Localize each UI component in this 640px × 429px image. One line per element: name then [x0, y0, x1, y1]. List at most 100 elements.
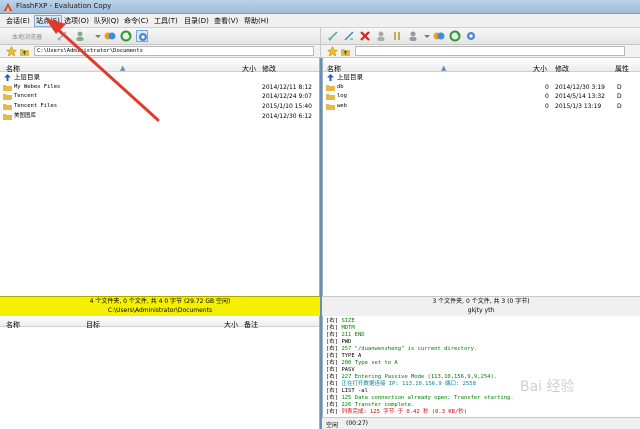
connect-icon[interactable] [56, 30, 68, 42]
view-toggle-icon[interactable] [136, 30, 148, 42]
item-name: log [337, 93, 347, 99]
abort-icon[interactable] [359, 30, 371, 42]
item-size: 0 [545, 93, 549, 100]
local-browser-button[interactable]: 本地浏览器 [12, 32, 42, 41]
menu-sites[interactable]: 站点(S) [34, 15, 62, 27]
menu-options[interactable]: 选项(O) [64, 16, 89, 26]
item-modified: 2015/1/10 15:40 [262, 103, 312, 110]
transfer-icon[interactable] [104, 30, 116, 42]
list-item[interactable]: db 0 2014/12/30 3:19 D [323, 83, 640, 92]
idle-time: (00:27) [346, 420, 368, 427]
menu-tools[interactable]: 工具(T) [154, 16, 178, 26]
session-log: [右] SIZE [右] MDTM [右] 211 END [右] PWD [右… [322, 316, 640, 417]
folder-icon [326, 103, 335, 110]
user-icon[interactable] [74, 30, 86, 42]
baidu-watermark: Bai 经验 [520, 379, 575, 395]
item-modified: 2014/5/14 13:32 [555, 93, 605, 100]
local-status-bar: 4 个文件夹, 0 个文件, 共 4 0 字节 (29.72 GB 空闲) C:… [0, 296, 320, 316]
refresh-icon[interactable] [120, 30, 132, 42]
connection-status-bar: 空闲 (00:27) [322, 417, 640, 429]
item-name: db [337, 84, 344, 90]
list-item[interactable]: 美图图库 2014/12/30 6:12 [0, 112, 319, 121]
folder-icon [3, 103, 12, 110]
menu-queue[interactable]: 队列(Q) [94, 16, 119, 26]
item-name: 美图图库 [14, 113, 37, 119]
queue-column-header: 名称 目标 大小 备注 [0, 316, 319, 330]
remote-status-bar: 3 个文件夹, 0 个文件, 共 3 (0 字节) gkjty yth [322, 296, 640, 316]
queue-user-icon[interactable] [407, 30, 419, 42]
menu-view[interactable]: 查看(V) [214, 16, 238, 26]
list-item[interactable]: My Webex Files 2014/12/11 8:12 [0, 83, 319, 92]
item-modified: 2015/1/3 13:19 [555, 103, 602, 110]
parent-dir-row[interactable]: 上层目录 [323, 73, 640, 82]
right-column-header: ▲ 名称 大小 修改 属性 [323, 58, 640, 73]
item-attr: D [617, 93, 622, 100]
connect-icon[interactable] [327, 30, 339, 42]
item-name: My Webex Files [14, 84, 61, 90]
right-path-bar [320, 45, 640, 58]
title-bar: FlashFXP - Evaluation Copy [0, 0, 640, 14]
flashfxp-app-icon [3, 2, 13, 12]
disconnect-icon[interactable] [343, 30, 355, 42]
log-line: [右] 列表完成: 125 字节 于 0.42 秒 (0.3 KB/秒) [326, 409, 468, 415]
menu-bar: 会话(E) 站点(S) 选项(O) 队列(Q) 命令(C) 工具(T) 目录(D… [0, 14, 640, 28]
list-item[interactable]: Tencent 2014/12/24 9:07 [0, 92, 319, 101]
dropdown-icon[interactable] [92, 30, 104, 42]
item-name: Tencent [14, 93, 38, 99]
local-file-list: ▲ 名称 大小 修改 上层目录 My Webex Files 2014/12/1… [0, 58, 320, 296]
left-toolbar: 本地浏览器 [0, 28, 320, 45]
item-attr: D [617, 103, 622, 110]
sort-indicator: ▲ [120, 64, 126, 72]
list-item[interactable]: log 0 2014/5/14 13:32 D [323, 92, 640, 101]
parent-folder-icon[interactable] [340, 46, 351, 57]
item-name: web [337, 103, 347, 109]
window-title: FlashFXP - Evaluation Copy [16, 2, 112, 10]
menu-commands[interactable]: 命令(C) [124, 16, 148, 26]
right-path-input[interactable] [355, 46, 625, 56]
favorites-star-icon[interactable] [327, 46, 338, 57]
menu-session[interactable]: 会话(E) [6, 16, 30, 26]
refresh-icon[interactable] [449, 30, 461, 42]
local-status-summary: 4 个文件夹, 0 个文件, 共 4 0 字节 (29.72 GB 空闲) [89, 298, 231, 305]
list-item[interactable]: web 0 2015/1/3 13:19 D [323, 102, 640, 111]
folder-icon [326, 84, 335, 91]
item-modified: 2014/12/24 9:07 [262, 93, 312, 100]
view-toggle-icon[interactable] [465, 30, 477, 42]
favorites-star-icon[interactable] [6, 46, 17, 57]
up-arrow-icon [3, 74, 12, 81]
right-toolbar [320, 28, 640, 45]
remote-file-list: ▲ 名称 大小 修改 属性 上层目录 db 0 2014/12/30 3:19 … [322, 58, 640, 296]
parent-dir-label: 上层目录 [14, 73, 40, 81]
list-item[interactable]: Tencent Files 2015/1/10 15:40 [0, 102, 319, 111]
local-status-path: C:\Users\Administrator\Documents [107, 307, 213, 314]
queue-col-size[interactable]: 大小 [224, 320, 238, 330]
remote-status-path: gkjty yth [467, 307, 495, 314]
item-modified: 2014/12/30 6:12 [262, 113, 312, 120]
left-path-input[interactable]: C:\Users\Administrator\Documents [34, 46, 314, 56]
transfer-queue: 名称 目标 大小 备注 [0, 316, 320, 429]
parent-folder-icon[interactable] [19, 46, 30, 57]
left-column-header: ▲ 名称 大小 修改 [0, 58, 319, 73]
parent-dir-label: 上层目录 [337, 73, 363, 81]
user-icon[interactable] [375, 30, 387, 42]
item-size: 0 [545, 103, 549, 110]
parent-dir-row[interactable]: 上层目录 [0, 73, 319, 82]
folder-icon [326, 93, 335, 100]
menu-directory[interactable]: 目录(D) [184, 16, 209, 26]
idle-status: 空闲 [326, 422, 339, 429]
transfer-icon[interactable] [433, 30, 445, 42]
remote-status-summary: 3 个文件夹, 0 个文件, 共 3 (0 字节) [432, 298, 530, 305]
dropdown-icon[interactable] [421, 30, 433, 42]
left-path-bar: C:\Users\Administrator\Documents [0, 45, 320, 58]
queue-col-note[interactable]: 备注 [244, 320, 258, 330]
menu-help[interactable]: 帮助(H) [244, 16, 269, 26]
folder-icon [3, 93, 12, 100]
item-size: 0 [545, 84, 549, 91]
up-arrow-icon [326, 74, 335, 81]
sort-indicator: ▲ [441, 64, 447, 72]
queue-col-name[interactable]: 名称 [6, 320, 20, 330]
pause-icon[interactable] [391, 30, 403, 42]
item-modified: 2014/12/11 8:12 [262, 84, 312, 91]
folder-icon [3, 84, 12, 91]
queue-col-target[interactable]: 目标 [86, 320, 100, 330]
